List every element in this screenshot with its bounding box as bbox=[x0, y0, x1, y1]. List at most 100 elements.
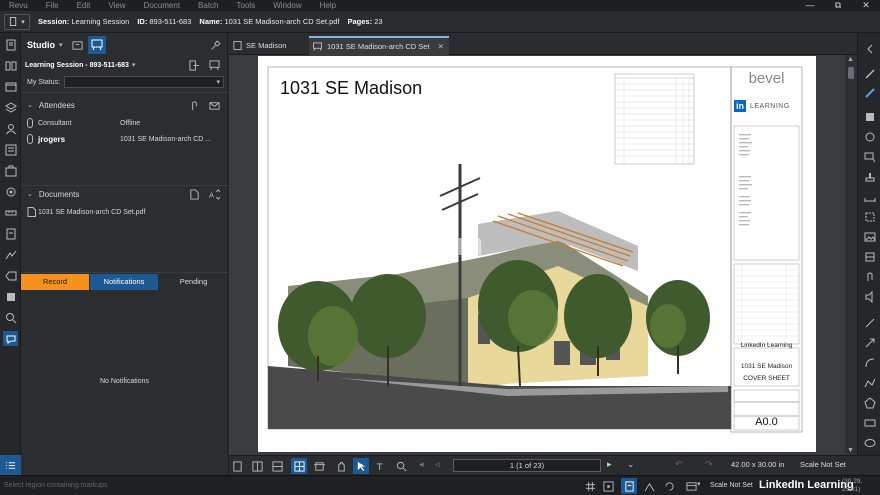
rectangle-tool-icon[interactable] bbox=[862, 415, 877, 430]
status-scale[interactable]: Scale Not Set bbox=[710, 482, 753, 489]
vertical-scrollbar[interactable]: ▲ ▼ bbox=[845, 55, 857, 455]
snap-content-icon[interactable] bbox=[621, 478, 637, 494]
zoom-icon[interactable] bbox=[393, 458, 409, 474]
session-settings-icon[interactable] bbox=[207, 58, 221, 72]
pin-icon[interactable] bbox=[207, 37, 223, 53]
pan-hand-icon[interactable] bbox=[333, 458, 349, 474]
document-row[interactable]: 1031 SE Madison-arch CD Set.pdf bbox=[21, 206, 228, 218]
chevron-down-icon[interactable]: ▾ bbox=[697, 480, 701, 488]
chevron-down-icon[interactable]: ▾ bbox=[59, 41, 63, 49]
line-tool-icon[interactable] bbox=[862, 315, 877, 330]
grid-toggle-icon[interactable] bbox=[582, 478, 598, 494]
attendee-row[interactable]: jrogers 1031 SE Madison-arch CD ... bbox=[21, 133, 228, 145]
circle-markup-icon[interactable] bbox=[862, 129, 877, 144]
thumbnails-icon[interactable] bbox=[3, 37, 18, 52]
scroll-up-icon[interactable]: ▲ bbox=[847, 56, 854, 63]
measurements-icon[interactable] bbox=[3, 205, 18, 220]
menu-help[interactable]: Help bbox=[311, 0, 345, 11]
drawing-sheet[interactable]: 1031 SE Madison bevel in LEARNING Linked… bbox=[258, 56, 816, 452]
snapshot-icon[interactable] bbox=[862, 249, 877, 264]
tab-record[interactable]: Record bbox=[21, 274, 89, 290]
sort-icon[interactable]: A bbox=[207, 187, 221, 201]
add-document-icon[interactable] bbox=[187, 187, 201, 201]
session-menu-button[interactable]: ▾ bbox=[4, 13, 30, 30]
pen-icon[interactable] bbox=[862, 66, 877, 81]
forms-icon[interactable] bbox=[3, 226, 18, 241]
menu-tools[interactable]: Tools bbox=[228, 0, 265, 11]
scroll-down-icon[interactable]: ▼ bbox=[847, 447, 854, 454]
split-horizontal-icon[interactable] bbox=[269, 458, 285, 474]
previous-page-icon[interactable]: ◂ bbox=[419, 459, 424, 470]
layers-icon[interactable] bbox=[3, 100, 18, 115]
menu-file[interactable]: File bbox=[37, 0, 68, 11]
bookmarks-icon[interactable] bbox=[3, 58, 18, 73]
signatures-icon[interactable] bbox=[3, 247, 18, 262]
invite-attendee-icon[interactable] bbox=[187, 98, 201, 112]
search-icon[interactable] bbox=[3, 310, 18, 325]
exit-session-icon[interactable] bbox=[187, 58, 201, 72]
panel-list-button[interactable] bbox=[0, 455, 21, 475]
tab-pending[interactable]: Pending bbox=[159, 274, 228, 290]
my-status-dropdown[interactable]: ▾ bbox=[64, 76, 224, 88]
stamp-tool-icon[interactable] bbox=[862, 169, 877, 184]
tab-notifications[interactable]: Notifications bbox=[90, 274, 158, 290]
menu-edit[interactable]: Edit bbox=[68, 0, 100, 11]
sound-icon[interactable] bbox=[862, 289, 877, 304]
attachment-icon[interactable] bbox=[862, 269, 877, 284]
page-indicator-field[interactable]: 1 (1 of 23) bbox=[453, 459, 601, 472]
chevron-left-icon[interactable] bbox=[862, 41, 877, 56]
snapshot-tool-icon[interactable] bbox=[311, 458, 327, 474]
markups-list-icon[interactable] bbox=[3, 142, 18, 157]
scrollbar-thumb[interactable] bbox=[848, 67, 854, 79]
stamp-icon[interactable] bbox=[3, 289, 18, 304]
snap-grid-icon[interactable] bbox=[600, 478, 616, 494]
last-page-icon[interactable]: ⌄ bbox=[627, 459, 635, 470]
menu-batch[interactable]: Batch bbox=[189, 0, 227, 11]
toolbox-icon[interactable] bbox=[3, 163, 18, 178]
callout-icon[interactable] bbox=[862, 149, 877, 164]
grid-view-icon[interactable] bbox=[291, 458, 307, 474]
close-button[interactable]: ✕ bbox=[852, 0, 880, 11]
studio-icon[interactable] bbox=[3, 331, 18, 346]
select-arrow-icon[interactable] bbox=[353, 458, 369, 474]
image-icon[interactable] bbox=[862, 229, 877, 244]
next-page-icon[interactable]: ▸ bbox=[607, 459, 612, 470]
highlighter-icon[interactable] bbox=[862, 85, 877, 100]
mail-icon[interactable] bbox=[207, 98, 221, 112]
menu-view[interactable]: View bbox=[99, 0, 134, 11]
file-access-icon[interactable] bbox=[3, 79, 18, 94]
tab-se-madison[interactable]: SE Madison bbox=[229, 36, 309, 55]
select-text-icon[interactable]: T bbox=[373, 458, 389, 474]
reuse-icon[interactable] bbox=[661, 478, 677, 494]
tag-icon[interactable] bbox=[3, 268, 18, 283]
session-active-icon[interactable] bbox=[88, 36, 106, 54]
redo-icon[interactable]: ↷ bbox=[705, 459, 713, 470]
crop-icon[interactable] bbox=[862, 209, 877, 224]
attendees-header[interactable]: ⌄ Attendees bbox=[21, 98, 228, 112]
split-vertical-icon[interactable] bbox=[249, 458, 265, 474]
close-tab-icon[interactable]: ✕ bbox=[438, 42, 444, 51]
tab-arch-cd-set[interactable]: 1031 SE Madison-arch CD Set ✕ bbox=[309, 36, 449, 55]
menu-window[interactable]: Window bbox=[264, 0, 310, 11]
undo-icon[interactable]: ↶ bbox=[675, 459, 683, 470]
menu-document[interactable]: Document bbox=[135, 0, 189, 11]
restore-button[interactable]: ⧉ bbox=[824, 0, 852, 11]
chevron-down-icon[interactable]: ▾ bbox=[132, 61, 136, 69]
documents-header[interactable]: ⌄ Documents A bbox=[21, 187, 228, 201]
chevron-down-icon[interactable]: ⌄ bbox=[27, 101, 33, 109]
polygon-tool-icon[interactable] bbox=[862, 395, 877, 410]
arrow-tool-icon[interactable] bbox=[862, 335, 877, 350]
sessions-view-icon[interactable] bbox=[69, 37, 85, 53]
session-name[interactable]: Learning Session - 893-511-683 bbox=[25, 62, 129, 69]
studio-title[interactable]: Studio bbox=[27, 40, 55, 50]
single-page-icon[interactable] bbox=[229, 458, 245, 474]
menu-revu[interactable]: Revu bbox=[0, 0, 37, 11]
rectangle-markup-icon[interactable] bbox=[862, 109, 877, 124]
polyline-tool-icon[interactable] bbox=[862, 375, 877, 390]
measure-icon[interactable] bbox=[862, 189, 877, 204]
user-icon[interactable] bbox=[3, 121, 18, 136]
minimize-button[interactable]: — bbox=[796, 0, 824, 11]
ellipse-tool-icon[interactable] bbox=[862, 435, 877, 450]
attendee-row[interactable]: Consultant Offline bbox=[21, 117, 228, 129]
arc-tool-icon[interactable] bbox=[862, 355, 877, 370]
